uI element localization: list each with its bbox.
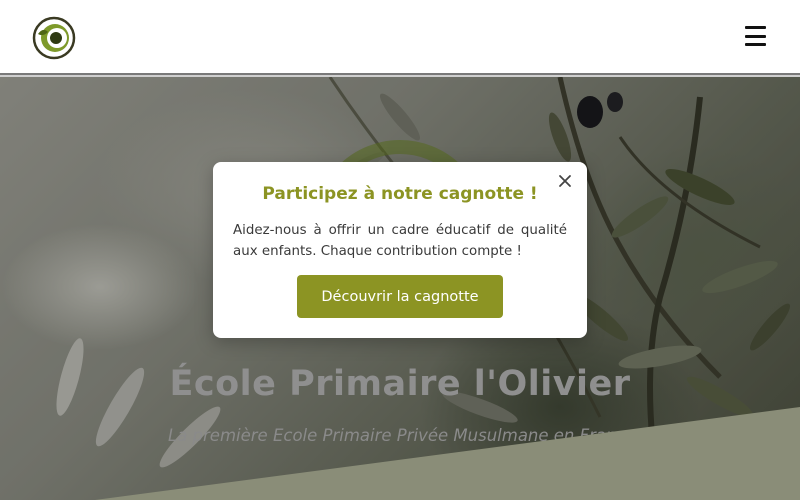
- site-header: [0, 0, 800, 75]
- menu-bar: [745, 43, 766, 46]
- olive-logo-icon[interactable]: [32, 16, 76, 60]
- discover-cagnotte-button[interactable]: Découvrir la cagnotte: [297, 275, 503, 318]
- menu-bar: [745, 26, 766, 29]
- modal-title: Participez à notre cagnotte !: [262, 184, 538, 204]
- modal-text: Aidez-nous à offrir un cadre éducatif de…: [233, 223, 567, 259]
- donation-modal: Participez à notre cagnotte ! Aidez-nous…: [213, 162, 587, 338]
- hamburger-menu-icon[interactable]: [745, 26, 766, 46]
- menu-bar: [745, 34, 766, 38]
